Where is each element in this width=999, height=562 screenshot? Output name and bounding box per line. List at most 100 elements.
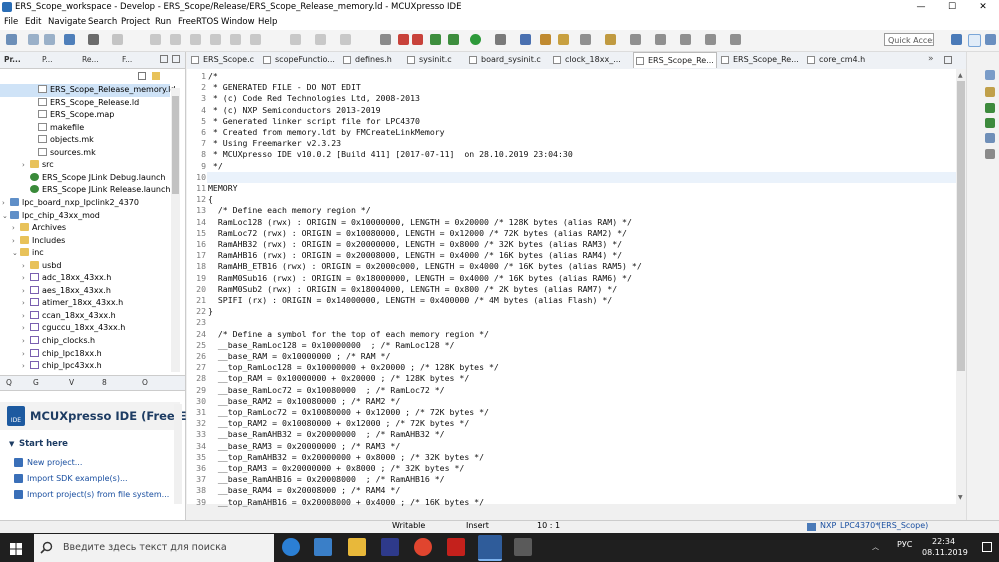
tree-item[interactable]: › atimer_18xx_43xx.h (0, 297, 170, 310)
code-line[interactable]: __top_RamLoc128 = 0x10000000 + 0x20000 ;… (208, 362, 499, 372)
code-line[interactable]: __top_RAM2 = 0x10080000 + 0x12000 ; /* 7… (208, 418, 469, 428)
code-line[interactable]: RamM0Sub16 (rwx) : ORIGIN = 0x18000000, … (208, 273, 632, 283)
new-icon[interactable] (6, 34, 17, 45)
tab-peripherals[interactable]: P... (42, 55, 53, 64)
history-icon[interactable] (730, 34, 741, 45)
tab-scope-functions[interactable]: scopeFunctio... (261, 52, 339, 68)
tree-item[interactable]: › adc_18xx_43xx.h (0, 272, 170, 285)
tab-ers-scope-release-ld[interactable]: ERS_Scope_Re... (719, 52, 803, 68)
tree-item[interactable]: › Includes (0, 235, 170, 248)
menu-search[interactable]: Search (88, 17, 117, 27)
minimize-view-icon[interactable] (160, 55, 168, 63)
code-line[interactable]: __base_RAM4 = 0x20008000 ; /* RAM4 */ (208, 485, 400, 495)
settings-icon[interactable] (64, 34, 75, 45)
code-line[interactable]: RamAHB32 (rwx) : ORIGIN = 0x20000000, LE… (208, 239, 622, 249)
editor-scrollbar[interactable] (956, 69, 966, 504)
left-scrollbar[interactable] (171, 88, 180, 372)
status-nxp[interactable]: NXP (820, 521, 836, 530)
tab-clock-18xx[interactable]: clock_18xx_... (551, 52, 631, 68)
code-line[interactable]: __base_RamAHB16 = 0x20008000 ; /* RamAHB… (208, 474, 445, 484)
store-icon[interactable] (314, 538, 332, 556)
external-tools-icon[interactable] (495, 34, 506, 45)
search-tool-icon[interactable] (558, 34, 569, 45)
run-icon[interactable] (470, 34, 481, 45)
clock-time[interactable]: 22:34 (932, 537, 955, 546)
code-line[interactable]: * Using Freemarker v2.3.23 (208, 138, 341, 148)
expand-toggle-icon[interactable]: ⌄ (12, 247, 20, 260)
code-line[interactable]: /* Define a symbol for the top of each m… (208, 329, 489, 339)
tray-chevron-icon[interactable]: ︿ (872, 542, 879, 552)
close-button[interactable]: ✕ (968, 0, 998, 15)
explorer-icon[interactable] (348, 538, 366, 556)
disconnect-icon[interactable] (290, 34, 301, 45)
tree-item[interactable]: ERS_Scope_Release.ld (0, 97, 170, 110)
code-line[interactable]: __base_RAM2 = 0x10080000 ; /* RAM2 */ (208, 396, 400, 406)
chrome-icon[interactable] (414, 538, 432, 556)
outline-view-icon[interactable] (985, 87, 995, 97)
tree-item[interactable]: ERS_Scope.map (0, 109, 170, 122)
console-icon[interactable] (985, 133, 995, 143)
menu-freertos[interactable]: FreeRTOS (178, 17, 219, 27)
windows-start-icon[interactable] (10, 543, 22, 555)
notification-icon[interactable] (982, 542, 992, 552)
tree-item[interactable]: ERS_Scope_Release_memory.ld (0, 84, 175, 97)
expand-toggle-icon[interactable]: › (22, 348, 30, 361)
expand-toggle-icon[interactable]: › (22, 335, 30, 348)
tab-project-explorer[interactable]: Pr... (4, 55, 21, 64)
expand-toggle-icon[interactable]: › (22, 310, 30, 323)
menu-file[interactable]: File (4, 17, 18, 27)
tree-item[interactable]: › chip_lpc43xx.h (0, 360, 170, 373)
menu-window[interactable]: Window (221, 17, 255, 27)
scroll-up-icon[interactable]: ▲ (958, 72, 963, 79)
open-folder-icon[interactable] (540, 34, 551, 45)
expand-toggle-icon[interactable]: ⌄ (2, 210, 10, 223)
expand-toggle-icon[interactable]: › (22, 297, 30, 310)
code-line[interactable]: } (208, 306, 213, 316)
tab-faults[interactable]: F... (122, 55, 132, 64)
tree-item[interactable]: › lpc_board_nxp_lpclink2_4370 (0, 197, 170, 210)
suspend-icon[interactable] (170, 34, 181, 45)
tab-board-sysinit-c[interactable]: board_sysinit.c (467, 52, 549, 68)
tree-item[interactable]: › chip_lpc18xx.h (0, 348, 170, 361)
code-line[interactable]: __top_RamAHB32 = 0x20000000 + 0x8000 ; /… (208, 452, 484, 462)
tab-variables[interactable]: V (69, 378, 74, 387)
step-return-icon[interactable] (250, 34, 261, 45)
restart-icon[interactable] (315, 34, 326, 45)
bug-icon[interactable] (430, 34, 441, 45)
instruction-step-icon[interactable] (340, 34, 351, 45)
step-over-icon[interactable] (230, 34, 241, 45)
problems-icon[interactable] (985, 149, 995, 159)
code-line[interactable]: __base_RamLoc72 = 0x10080000 ; /* RamLoc… (208, 385, 445, 395)
code-line[interactable]: SPIFI (rx) : ORIGIN = 0x14000000, LENGTH… (208, 295, 612, 305)
menu-navigate[interactable]: Navigate (48, 17, 86, 27)
start-here-heading[interactable]: Start here (19, 439, 68, 449)
forward-icon[interactable] (705, 34, 716, 45)
code-line[interactable]: __top_RAM3 = 0x20000000 + 0x8000 ; /* 32… (208, 463, 464, 473)
toggle-mark-icon[interactable] (580, 34, 591, 45)
import-project-link[interactable]: Import project(s) from file system... (27, 490, 169, 499)
mcuxpresso-taskbar-icon[interactable] (478, 535, 502, 561)
tree-item[interactable]: › chip_clocks.h (0, 335, 170, 348)
clock-date[interactable]: 08.11.2019 (922, 548, 968, 557)
status-chip[interactable]: LPC4370* (840, 521, 879, 530)
step-into-icon[interactable] (210, 34, 221, 45)
minimize-button[interactable]: — (906, 0, 936, 15)
code-line[interactable]: * (c) Code Red Technologies Ltd, 2008-20… (208, 93, 420, 103)
code-line[interactable]: RamM0Sub2 (rwx) : ORIGIN = 0x18004000, L… (208, 284, 617, 294)
clean-icon[interactable] (112, 34, 123, 45)
tab-breakpoints[interactable]: 8 (102, 378, 107, 387)
tab-quickstart[interactable]: Q (6, 378, 12, 387)
expand-toggle-icon[interactable]: › (22, 360, 30, 373)
code-line[interactable]: /* (208, 71, 218, 81)
perspective-active-icon[interactable] (968, 34, 981, 47)
prev-annotation-icon[interactable] (655, 34, 666, 45)
tree-item[interactable]: › usbd (0, 260, 170, 273)
chevron-down-icon[interactable]: ▼ (9, 440, 14, 448)
code-line[interactable]: __base_RamAHB32 = 0x20000000 ; /* RamAHB… (208, 429, 445, 439)
menu-run[interactable]: Run (155, 17, 171, 27)
build-icon[interactable] (88, 34, 99, 45)
tree-item[interactable]: › cguccu_18xx_43xx.h (0, 322, 170, 335)
tree-item[interactable]: › ccan_18xx_43xx.h (0, 310, 170, 323)
pdf-reader-icon[interactable] (447, 538, 465, 556)
quick-access-input[interactable]: Quick Access (884, 33, 934, 46)
